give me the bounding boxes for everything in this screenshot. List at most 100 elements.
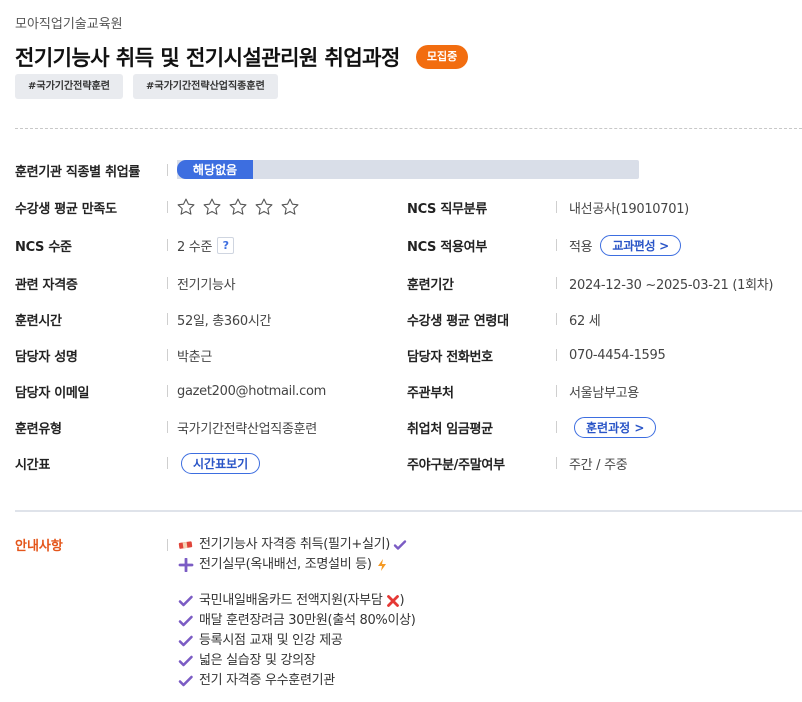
divider: [167, 277, 168, 289]
manager-phone-value: 070-4454-1595: [569, 347, 666, 363]
ncs-applied-row: NCS 적용여부: [407, 234, 487, 256]
curriculum-button[interactable]: 교과편성 >: [600, 234, 681, 256]
ncs-class-row: NCS 직무분류: [407, 196, 487, 218]
notice-line: 등록시점 교재 및 인강 제공: [178, 631, 416, 651]
check-icon: [178, 635, 193, 647]
star-outline-icon: [229, 198, 247, 215]
star-outline-icon: [177, 198, 195, 215]
crayon-icon: [178, 541, 193, 549]
ncs-level-row: NCS 수준: [15, 234, 72, 256]
certificate-value: 전기기능사: [177, 277, 236, 293]
employment-rate-value: 해당없음: [177, 160, 253, 179]
satisfaction-row: 수강생 평균 만족도: [15, 196, 117, 218]
ncs-level-value: 2 수준: [177, 239, 213, 255]
ncs-level-value-group: 2 수준 ?: [177, 234, 235, 256]
title-row: 전기기능사 취득 및 전기시설관리원 취업과정 모집중: [15, 42, 469, 72]
training-type-value: 국가기간전략산업직종훈련: [177, 421, 317, 437]
lightning-icon: [377, 559, 386, 571]
ncs-class-label: NCS 직무분류: [407, 201, 487, 217]
employment-rate-bar: 해당없음: [177, 160, 639, 179]
timetable-row: 시간표: [15, 452, 50, 474]
age-row: 수강생 평균 연령대: [407, 308, 509, 330]
notice-text: 국민내일배움카드 전액지원(자부담: [199, 593, 383, 608]
notice-spacer: [178, 575, 416, 591]
check-icon: [178, 655, 193, 667]
divider: [167, 313, 168, 325]
certificate-label: 관련 자격증: [15, 277, 78, 293]
manager-phone-row: 담당자 전화번호: [407, 344, 493, 366]
notice-text: 전기기능사 자격증 취득(필기+실기): [199, 537, 391, 552]
course-button[interactable]: 훈련과정 >: [574, 416, 657, 438]
institution-name: 모아직업기술교육원: [15, 17, 123, 32]
certificate-row: 관련 자격증: [15, 272, 78, 294]
manager-name-row: 담당자 성명: [15, 344, 78, 366]
divider: [167, 421, 168, 433]
day-type-row: 주야구분/주말여부: [407, 452, 505, 474]
tag-list: #국가기간전략훈련 #국가기간전략산업직종훈련: [15, 74, 278, 99]
age-value: 62 세: [569, 313, 601, 329]
notice-line: 매달 훈련장려금 30만원(출석 80%이상): [178, 611, 416, 631]
tag-item[interactable]: #국가기간전략훈련: [15, 74, 123, 99]
ncs-class-value: 내선공사(19010701): [569, 201, 689, 217]
notice-text: 전기실무(옥내배선, 조명설비 등): [199, 557, 372, 572]
ncs-applied-value-group: 적용 교과편성 >: [569, 234, 681, 256]
satisfaction-label: 수강생 평균 만족도: [15, 201, 117, 217]
divider: [167, 201, 168, 213]
wage-button-wrap: 훈련과정 >: [574, 416, 657, 438]
notice-line: 전기 자격증 우수훈련기관: [178, 671, 416, 691]
notice-text: 전기 자격증 우수훈련기관: [199, 673, 335, 688]
manager-email-label: 담당자 이메일: [15, 385, 90, 401]
hours-label: 훈련시간: [15, 313, 62, 329]
manager-email-value: gazet200@hotmail.com: [177, 383, 326, 399]
manager-name-label: 담당자 성명: [15, 349, 78, 365]
divider: [556, 239, 557, 251]
divider: [556, 385, 557, 397]
divider: [167, 385, 168, 397]
help-button[interactable]: ?: [217, 236, 235, 254]
notice-text: 매달 훈련장려금 30만원(출석 80%이상): [199, 613, 416, 628]
notice-list: 전기기능사 자격증 취득(필기+실기) 전기실무(옥내배선, 조명설비 등) 국…: [178, 535, 416, 691]
divider: [556, 457, 557, 469]
department-row: 주관부처: [407, 380, 454, 402]
divider: [556, 421, 557, 433]
ncs-level-label: NCS 수준: [15, 239, 72, 255]
ncs-applied-label: NCS 적용여부: [407, 239, 487, 255]
status-badge: 모집중: [415, 45, 469, 69]
divider: [556, 277, 557, 289]
check-icon: [393, 540, 407, 550]
wage-row: 취업처 임금평균: [407, 416, 493, 438]
divider: [556, 313, 557, 325]
employment-rate-label: 훈련기관 직종별 취업률: [15, 164, 141, 180]
star-outline-icon: [203, 198, 221, 215]
training-type-row: 훈련유형: [15, 416, 62, 438]
manager-name-value: 박춘근: [177, 349, 212, 365]
day-type-label: 주야구분/주말여부: [407, 457, 505, 473]
notice-text-suffix: ): [399, 593, 405, 608]
check-icon: [178, 595, 193, 607]
notice-line: 전기기능사 자격증 취득(필기+실기): [178, 535, 416, 555]
plus-icon: [178, 558, 194, 572]
period-value: 2024-12-30 ~2025-03-21 (1회차): [569, 277, 774, 293]
tag-item[interactable]: #국가기간전략산업직종훈련: [132, 74, 278, 99]
cross-icon: [386, 595, 399, 607]
satisfaction-stars: [176, 196, 300, 218]
divider: [167, 539, 168, 551]
divider: [556, 201, 557, 213]
divider: [167, 457, 168, 469]
section-divider: [15, 510, 802, 512]
wage-label: 취업처 임금평균: [407, 421, 493, 437]
age-label: 수강생 평균 연령대: [407, 313, 509, 329]
star-outline-icon: [255, 198, 273, 215]
divider: [167, 164, 168, 176]
employment-rate-row: 훈련기관 직종별 취업률: [15, 159, 140, 181]
training-type-label: 훈련유형: [15, 421, 62, 437]
day-type-value: 주간 / 주중: [569, 457, 628, 473]
notice-text: 등록시점 교재 및 인강 제공: [199, 633, 343, 648]
divider: [15, 128, 802, 129]
hours-row: 훈련시간: [15, 308, 62, 330]
notice-text: 넓은 실습장 및 강의장: [199, 653, 316, 668]
divider: [167, 349, 168, 361]
check-icon: [178, 675, 193, 687]
period-row: 훈련기간: [407, 272, 454, 294]
timetable-button[interactable]: 시간표보기: [181, 452, 261, 474]
